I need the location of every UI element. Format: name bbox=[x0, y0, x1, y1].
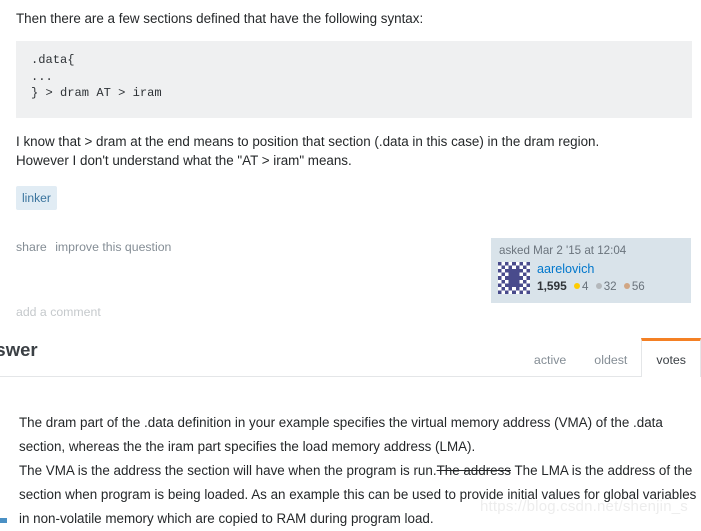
post-actions: share improve this question bbox=[16, 240, 176, 254]
answer-p2-part-1: The VMA is the address the section will … bbox=[19, 463, 437, 478]
answer-struck-text: The address bbox=[436, 463, 511, 478]
user-info: aarelovich 1,595 4 32 56 bbox=[498, 262, 684, 294]
answers-header: 1 Answer active oldest votes bbox=[0, 338, 701, 378]
bronze-badge: 56 bbox=[623, 280, 645, 293]
silver-badge-count: 32 bbox=[603, 280, 617, 293]
user-reputation-and-badges: 1,595 4 32 56 bbox=[537, 279, 645, 294]
bronze-badge-count: 56 bbox=[631, 280, 645, 293]
asked-timestamp: asked Mar 2 '15 at 12:04 bbox=[499, 244, 627, 257]
answer-paragraph-1: The dram part of the .data definition in… bbox=[19, 415, 663, 454]
silver-badge: 32 bbox=[595, 280, 617, 293]
share-link[interactable]: share bbox=[16, 240, 47, 254]
code-block: .data{ ... } > dram AT > iram bbox=[16, 41, 692, 118]
question-user-card: asked Mar 2 '15 at 12:04 aarelovich 1,59… bbox=[491, 238, 691, 303]
tab-votes[interactable]: votes bbox=[641, 338, 701, 377]
vote-control-stub[interactable] bbox=[0, 518, 7, 523]
gold-badge: 4 bbox=[574, 280, 588, 293]
tab-active[interactable]: active bbox=[520, 338, 580, 377]
gold-badge-count: 4 bbox=[582, 280, 589, 293]
user-details: aarelovich 1,595 4 32 56 bbox=[537, 262, 645, 294]
answers-count-heading: 1 Answer bbox=[0, 339, 38, 360]
question-intro-paragraph: Then there are a few sections defined th… bbox=[0, 9, 690, 28]
tabs-divider bbox=[0, 376, 642, 377]
improve-question-link[interactable]: improve this question bbox=[55, 240, 171, 254]
tag-linker[interactable]: linker bbox=[16, 186, 57, 210]
tab-oldest[interactable]: oldest bbox=[580, 338, 641, 377]
code-block-text: .data{ ... } > dram AT > iram bbox=[31, 53, 162, 101]
silver-badge-dot-icon bbox=[595, 283, 602, 289]
bronze-badge-dot-icon bbox=[623, 283, 630, 289]
user-name-link[interactable]: aarelovich bbox=[537, 262, 645, 277]
answer-paragraph-2: The VMA is the address the section will … bbox=[0, 459, 701, 531]
question-intro-text: Then there are a few sections defined th… bbox=[16, 11, 424, 26]
tag-list: linker bbox=[16, 186, 57, 210]
gold-badge-dot-icon bbox=[574, 283, 580, 289]
question-explanation-line-2: However I don't understand what the "AT … bbox=[16, 153, 352, 168]
question-explanation-paragraph: I know that > dram at the end means to p… bbox=[0, 132, 690, 170]
add-comment-link[interactable]: add a comment bbox=[16, 305, 101, 319]
identicon-avatar[interactable] bbox=[498, 262, 530, 294]
answer-sort-tabs: active oldest votes bbox=[520, 338, 701, 377]
question-explanation-line-1: I know that > dram at the end means to p… bbox=[16, 134, 600, 149]
reputation-score: 1,595 bbox=[537, 279, 567, 293]
answer-post: The dram part of the .data definition in… bbox=[0, 411, 701, 531]
